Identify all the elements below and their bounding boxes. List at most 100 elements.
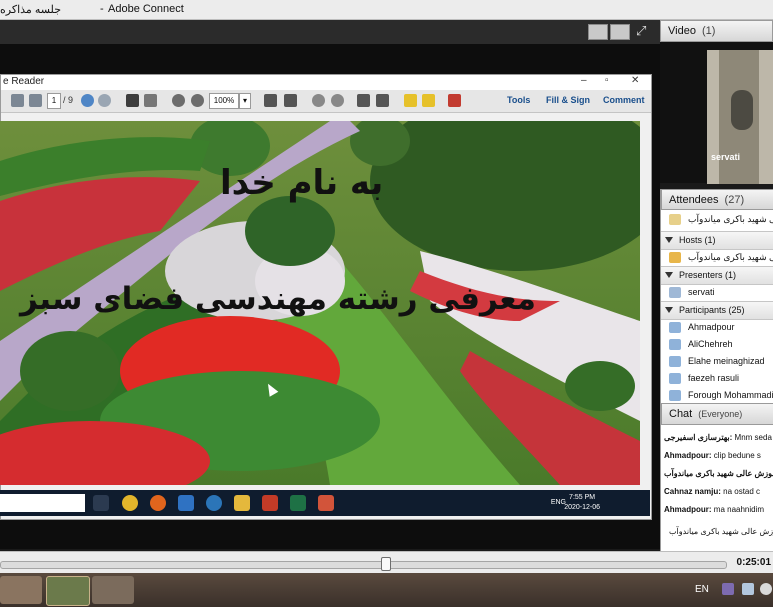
fullscreen-icon[interactable]: ⤢: [636, 24, 650, 38]
participant-icon: [669, 322, 681, 333]
list-item[interactable]: Forough Mohammadi: [661, 387, 773, 403]
participant-icon: [669, 339, 681, 350]
presenter-icon: [669, 287, 681, 298]
comment-bubble-icon[interactable]: [404, 94, 417, 107]
participants-section[interactable]: Participants (25): [661, 301, 773, 320]
folder-icon[interactable]: [234, 495, 250, 511]
os-taskbar: EN: [0, 573, 773, 607]
chat-message: بهترسازی اسفیرجی: Mnm seda: [664, 433, 772, 442]
chat-message: Ahmadpour: ma naahnidim: [664, 505, 765, 514]
app-title: Adobe Connect: [108, 3, 184, 15]
list-item[interactable]: Ahmadpour: [661, 319, 773, 336]
user-icon: [669, 214, 681, 225]
playback-scrubber[interactable]: [381, 557, 392, 571]
network-icon[interactable]: [742, 583, 754, 595]
prev-page-icon[interactable]: [11, 94, 24, 107]
video-participant-name: servati: [711, 152, 741, 162]
powerpoint-icon[interactable]: [262, 495, 278, 511]
meeting-title: جلسه مذاکره: [0, 4, 61, 16]
attendees-title: Attendees: [669, 194, 719, 206]
tray-app-icon[interactable]: [722, 583, 734, 595]
layout-single-icon[interactable]: [610, 24, 630, 40]
clock-time: 7:55 PM: [569, 494, 596, 501]
rotate-right-icon[interactable]: [331, 94, 344, 107]
print-icon[interactable]: [357, 94, 370, 107]
minimize-icon[interactable]: –: [581, 75, 587, 86]
pdf-reader-icon[interactable]: [318, 495, 334, 511]
collapse-triangle-icon: [665, 272, 673, 278]
maximize-icon[interactable]: ▫: [605, 75, 609, 86]
page-total: / 9: [63, 95, 74, 105]
collapse-triangle-icon: [665, 307, 673, 313]
chat-message: آموزش عالی شهید باکری میاندوآب: [669, 527, 773, 536]
paint-icon[interactable]: [92, 576, 134, 604]
page-first-icon[interactable]: [81, 94, 94, 107]
presenters-section[interactable]: Presenters (1): [661, 266, 773, 285]
slide-heading: به نام خدا: [220, 163, 384, 203]
fit-width-icon[interactable]: [284, 94, 297, 107]
clock-date: 2020-12-06: [564, 504, 600, 511]
close-icon[interactable]: ✕: [631, 75, 639, 86]
chrome-icon[interactable]: [122, 495, 138, 511]
highlight-icon[interactable]: [422, 94, 435, 107]
participant-icon: [669, 356, 681, 367]
file-explorer-icon[interactable]: [0, 576, 42, 604]
fit-page-icon[interactable]: [264, 94, 277, 107]
chat-pod: Chat (Everyone) بهترسازی اسفیرجی: Mnm sed…: [660, 403, 773, 551]
list-item[interactable]: faezeh rasuli: [661, 370, 773, 387]
sign-icon[interactable]: [448, 94, 461, 107]
rotate-left-icon[interactable]: [312, 94, 325, 107]
video-count: (1): [701, 25, 716, 37]
comment-button[interactable]: Comment: [603, 95, 645, 105]
zoom-in-icon[interactable]: [191, 94, 204, 107]
firefox-icon[interactable]: [150, 495, 166, 511]
list-item[interactable]: AliChehreh: [661, 336, 773, 353]
clock[interactable]: 7:55 PM 2020-12-06: [564, 493, 600, 513]
attendees-pod: Attendees (27) آموزش عالی شهید باکری میان…: [660, 189, 773, 403]
select-cursor-icon[interactable]: [126, 94, 139, 107]
video-pod: Video (1) servati: [660, 20, 773, 184]
save-icon[interactable]: [376, 94, 389, 107]
chat-scope[interactable]: (Everyone): [698, 409, 742, 419]
video-pod-header: Video (1): [660, 20, 773, 42]
video-title: Video: [668, 25, 696, 37]
tools-button[interactable]: Tools: [507, 95, 530, 105]
volume-icon[interactable]: [760, 583, 772, 595]
next-page-icon[interactable]: [29, 94, 42, 107]
search-box[interactable]: [0, 494, 85, 512]
globe-icon[interactable]: [206, 495, 222, 511]
page-last-icon[interactable]: [98, 94, 111, 107]
chat-header: Chat (Everyone): [661, 403, 773, 425]
input-language[interactable]: EN: [695, 584, 709, 595]
title-bar: جلسه مذاکره - Adobe Connect: [0, 0, 773, 20]
adobe-connect-icon[interactable]: [46, 576, 90, 606]
task-view-icon[interactable]: [93, 495, 109, 511]
presenter-row[interactable]: servati: [661, 284, 773, 301]
attendee-self-row[interactable]: آموزش عالی شهید باکری میاندوآب: [661, 211, 773, 228]
zoom-dropdown-icon[interactable]: ▾: [239, 93, 251, 109]
host-icon: [669, 252, 681, 263]
zoom-out-icon[interactable]: [172, 94, 185, 107]
edge-icon[interactable]: [178, 495, 194, 511]
attendees-header: Attendees (27): [661, 189, 773, 210]
playback-bar: 0:25:01: [0, 551, 773, 574]
page-number-input[interactable]: 1: [47, 93, 61, 109]
playback-track[interactable]: [0, 561, 727, 569]
stage-toolbar: ⤢: [0, 20, 660, 44]
chat-message: آموزش عالی شهید باکری میاندوآب: [664, 469, 773, 478]
participant-icon: [669, 373, 681, 384]
zoom-select[interactable]: 100%: [209, 93, 239, 109]
slide-subtitle: معرفی رشته مهندسی فضای سبز: [20, 281, 536, 317]
list-item[interactable]: Elahe meinaghizad: [661, 353, 773, 370]
excel-icon[interactable]: [290, 495, 306, 511]
host-row[interactable]: آموزش عالی شهید باکری میاندوآب: [661, 249, 773, 266]
chat-title: Chat: [669, 408, 693, 420]
webcam-feed: servati: [707, 50, 773, 184]
pdf-window-title: e Reader: [3, 76, 45, 87]
fill-sign-button[interactable]: Fill & Sign: [546, 95, 590, 105]
hosts-section[interactable]: Hosts (1): [661, 231, 773, 250]
layout-grid-icon[interactable]: [588, 24, 608, 40]
title-separator: -: [100, 3, 104, 15]
hand-tool-icon[interactable]: [144, 94, 157, 107]
pdf-title-bar: e Reader – ▫ ✕: [1, 75, 651, 90]
